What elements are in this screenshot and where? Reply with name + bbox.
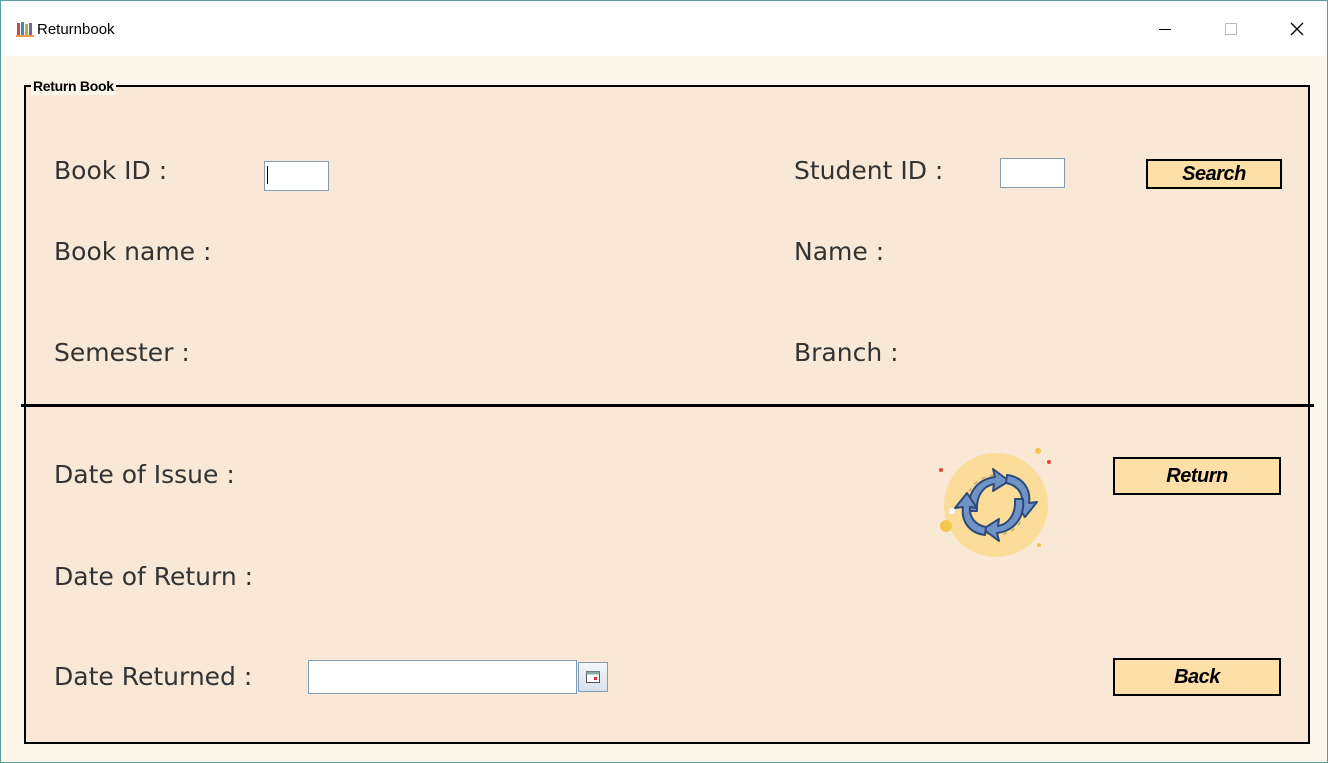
minimize-icon	[1159, 28, 1171, 30]
return-book-panel	[24, 85, 1310, 744]
return-button[interactable]: Return	[1113, 457, 1281, 495]
name-label: Name :	[794, 237, 885, 266]
book-id-label: Book ID :	[54, 156, 168, 185]
date-of-issue-label: Date of Issue :	[54, 460, 235, 489]
book-id-input[interactable]	[264, 161, 329, 191]
calendar-button[interactable]	[578, 662, 608, 692]
student-id-label: Student ID :	[794, 156, 944, 185]
book-name-label: Book name :	[54, 237, 212, 266]
date-of-return-label: Date of Return :	[54, 562, 254, 591]
returnbook-window: Returnbook Return Book Book ID : Student…	[0, 0, 1328, 763]
title-bar: Returnbook	[1, 1, 1327, 56]
books-icon	[16, 22, 34, 37]
semester-label: Semester :	[54, 338, 190, 367]
minimize-button[interactable]	[1142, 9, 1188, 49]
maximize-icon	[1225, 23, 1237, 35]
date-returned-input[interactable]	[308, 660, 577, 694]
student-id-input[interactable]	[1000, 158, 1065, 188]
window-title: Returnbook	[37, 21, 115, 38]
date-returned-label: Date Returned :	[54, 662, 253, 691]
group-title: Return Book	[31, 77, 116, 95]
return-cycle-icon	[939, 448, 1051, 557]
calendar-icon	[586, 671, 600, 683]
search-button[interactable]: Search	[1146, 159, 1282, 189]
close-button[interactable]	[1274, 9, 1320, 49]
section-divider	[21, 404, 1314, 407]
back-button[interactable]: Back	[1113, 658, 1281, 696]
branch-label: Branch :	[794, 338, 899, 367]
maximize-button[interactable]	[1208, 9, 1254, 49]
close-icon	[1290, 22, 1304, 36]
